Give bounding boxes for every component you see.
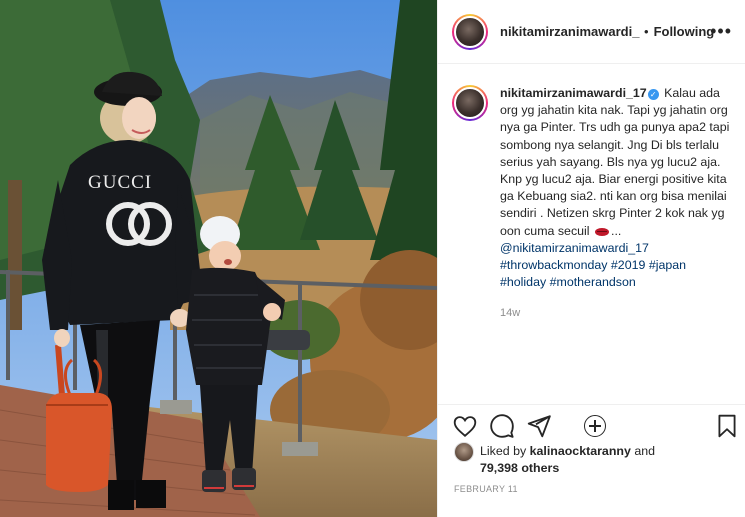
likes-summary: Liked by kalinaocktaranny and 79,398 oth… <box>454 442 744 477</box>
gucci-print: GUCCI <box>88 172 152 193</box>
share-icon[interactable] <box>526 413 552 439</box>
caption-timestamp[interactable]: 14w <box>500 305 732 322</box>
bookmark-icon[interactable] <box>714 413 740 439</box>
action-bar <box>438 404 745 442</box>
caption-comment: nikitamirzanimawardi_17 ✓ Kalau ada org y… <box>452 85 732 323</box>
verified-badge-icon: ✓ <box>647 89 659 100</box>
liker-username-link[interactable]: kalinaocktaranny <box>530 444 631 458</box>
caption-username-link[interactable]: nikitamirzanimawardi_17 <box>500 86 647 100</box>
lips-emoji-icon <box>595 227 609 236</box>
hashtag-link[interactable]: #2019 <box>611 258 645 272</box>
post-header: nikitamirzanimawardi_17 • Following ••• <box>438 0 745 64</box>
header-separator: • <box>644 24 649 39</box>
author-username-link[interactable]: nikitamirzanimawardi_17 <box>500 24 640 39</box>
liker-avatar[interactable] <box>454 442 474 462</box>
hashtag-link[interactable]: #japan <box>649 258 686 272</box>
caption-ellipsis: ... <box>611 223 622 238</box>
author-avatar[interactable] <box>452 13 488 50</box>
caption-author-avatar[interactable] <box>452 85 488 121</box>
likes-text: Liked by kalinaocktaranny and 79,398 oth… <box>480 443 655 477</box>
likes-conjunction: and <box>634 444 655 458</box>
photo-scene: GUCCI <box>0 0 437 517</box>
hashtag-link[interactable]: #motherandson <box>550 275 636 289</box>
post-photo[interactable]: GUCCI <box>0 0 437 517</box>
comment-icon[interactable] <box>489 413 515 439</box>
mention-link[interactable]: @nikitamirzanimawardi_17 <box>500 241 649 255</box>
heart-icon[interactable] <box>452 413 478 439</box>
likes-prefix: Liked by <box>480 444 527 458</box>
hashtag-link[interactable]: #holiday <box>500 275 546 289</box>
post-sidebar: nikitamirzanimawardi_17 • Following ••• … <box>437 0 745 517</box>
caption-text: Kalau ada org yg jahatin kita nak. Tapi … <box>500 86 730 238</box>
comments-area: nikitamirzanimawardi_17 ✓ Kalau ada org y… <box>438 65 745 437</box>
hashtag-link[interactable]: #throwbackmonday <box>500 258 607 272</box>
more-horizontal-icon[interactable]: ••• <box>710 22 732 40</box>
likes-count-link[interactable]: 79,398 others <box>480 461 559 475</box>
post-date[interactable]: FEBRUARY 11 <box>454 484 518 494</box>
following-button[interactable]: Following <box>654 24 715 39</box>
caption-body: nikitamirzanimawardi_17 ✓ Kalau ada org y… <box>500 85 732 323</box>
